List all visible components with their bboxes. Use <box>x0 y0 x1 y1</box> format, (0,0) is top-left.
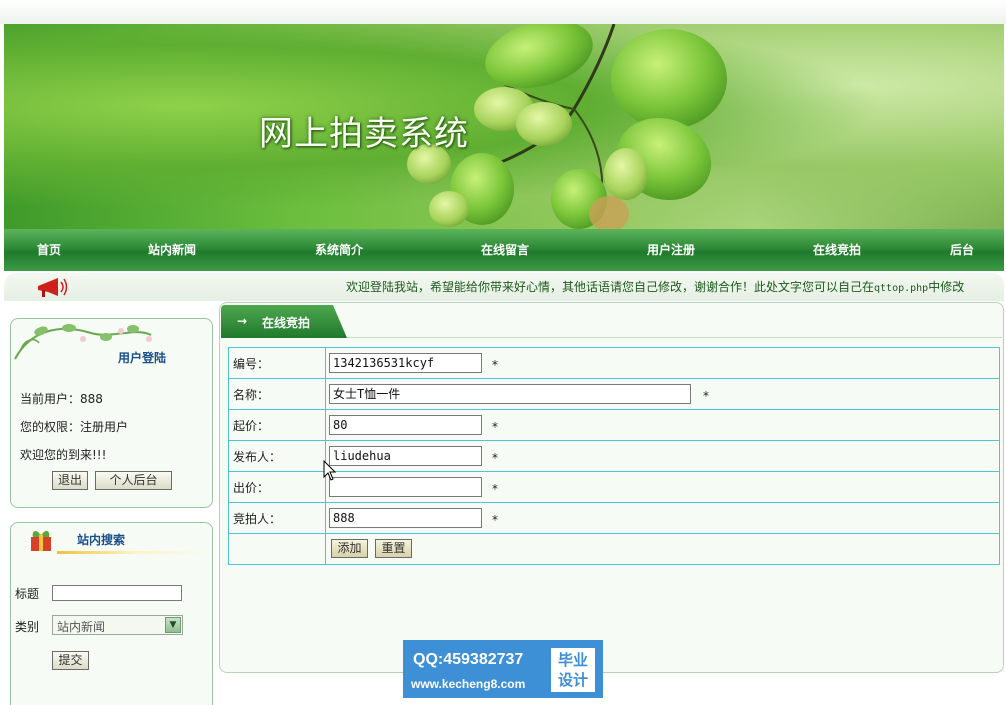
search-category-select[interactable]: 站内新闻 ▼ <box>52 615 183 635</box>
title-underline <box>57 551 209 554</box>
main-nav: 首页 站内新闻 系统简介 在线留言 用户注册 在线竞拍 后台 <box>4 229 1004 271</box>
welcome-text-tail: 中修改 <box>928 280 965 294</box>
nav-register[interactable]: 用户注册 <box>647 241 695 258</box>
form-row-publisher: 发布人： liudehua * <box>228 440 1000 472</box>
publisher-input[interactable]: liudehua <box>329 446 482 466</box>
tab-online-auction: → 在线竞拍 <box>221 305 347 338</box>
form-row-id: 编号： 1342136531kcyf * <box>228 347 1000 379</box>
required-mark: * <box>492 451 498 465</box>
required-mark: * <box>492 358 498 372</box>
arrow-right-icon: → <box>237 314 248 328</box>
welcome-text-file: qttop.php <box>874 283 929 294</box>
auction-form-table: 编号： 1342136531kcyf * 名称： 女士T恤一件 * 起价： 80… <box>228 347 1000 565</box>
megaphone-icon <box>38 278 68 297</box>
reset-button[interactable]: 重置 <box>375 539 412 558</box>
actions-label-cell <box>228 533 326 565</box>
form-row-name: 名称： 女士T恤一件 * <box>228 378 1000 410</box>
form-row-start-price: 起价： 80 * <box>228 409 1000 441</box>
chevron-down-icon[interactable]: ▼ <box>165 617 181 633</box>
watermark-banner: QQ:459382737 www.kecheng8.com 毕业 设计 <box>403 640 603 698</box>
top-strip <box>0 0 1006 24</box>
header-banner: 网上拍卖系统 <box>4 24 1004 229</box>
item-id-input[interactable]: 1342136531kcyf <box>329 353 482 373</box>
field-cell-bidder: 888 * <box>325 502 1000 534</box>
field-cell-publisher: liudehua * <box>325 440 1000 472</box>
nav-auction[interactable]: 在线竞拍 <box>813 241 861 258</box>
gift-icon <box>31 531 51 551</box>
required-mark: * <box>492 420 498 434</box>
bid-price-input[interactable] <box>329 477 482 497</box>
required-mark: * <box>703 389 709 403</box>
tab-label: 在线竞拍 <box>262 316 311 330</box>
field-label-name: 名称： <box>228 378 326 410</box>
welcome-text-main: 欢迎登陆我站，希望能给你带来好心情，其他话语请您自己修改，谢谢合作！此处文字您可… <box>346 280 875 294</box>
field-cell-id: 1342136531kcyf * <box>325 347 1000 379</box>
search-category-label: 类别 <box>15 620 40 634</box>
watermark-badge: 毕业 设计 <box>551 648 595 692</box>
search-panel: 站内搜索 标题 类别 站内新闻 ▼ 提交 <box>10 522 213 705</box>
item-name-input[interactable]: 女士T恤一件 <box>329 384 691 404</box>
search-submit-button[interactable]: 提交 <box>52 651 89 670</box>
start-price-input[interactable]: 80 <box>329 415 482 435</box>
field-cell-start-price: 80 * <box>325 409 1000 441</box>
search-title-input[interactable] <box>52 585 182 601</box>
add-button[interactable]: 添加 <box>331 539 368 558</box>
search-title-label: 标题 <box>15 587 40 601</box>
watermark-qq: QQ:459382737 <box>413 651 524 668</box>
current-user: 当前用户：888 <box>20 392 103 406</box>
field-label-id: 编号： <box>228 347 326 379</box>
search-category-value: 站内新闻 <box>57 620 106 634</box>
personal-backend-button[interactable]: 个人后台 <box>95 471 172 490</box>
actions-cell: 添加 重置 <box>325 533 1000 565</box>
field-label-start-price: 起价： <box>228 409 326 441</box>
nav-news[interactable]: 站内新闻 <box>148 241 196 258</box>
nav-admin[interactable]: 后台 <box>950 241 974 258</box>
welcome-message: 欢迎登陆我站，希望能给你带来好心情，其他话语请您自己修改，谢谢合作！此处文字您可… <box>346 278 964 295</box>
bidder-input[interactable]: 888 <box>329 508 482 528</box>
login-title: 用户登陆 <box>118 351 167 365</box>
badge-line-1: 毕业 <box>557 651 588 669</box>
mouse-cursor-icon <box>323 460 337 481</box>
form-row-actions: 添加 重置 <box>228 533 1000 565</box>
watermark-url: www.kecheng8.com <box>411 677 526 691</box>
logout-button[interactable]: 退出 <box>52 471 88 490</box>
form-row-bidder: 竞拍人： 888 * <box>228 502 1000 534</box>
search-title: 站内搜索 <box>77 533 126 547</box>
nav-intro[interactable]: 系统简介 <box>315 241 363 258</box>
required-mark: * <box>492 482 498 496</box>
leaves-illustration <box>407 24 727 229</box>
welcome-bar: 欢迎登陆我站，希望能给你带来好心情，其他话语请您自己修改，谢谢合作！此处文字您可… <box>4 273 1004 301</box>
form-row-bid: 出价： * <box>228 471 1000 503</box>
field-label-publisher: 发布人： <box>228 440 326 472</box>
field-label-bidder: 竞拍人： <box>228 502 326 534</box>
welcome-greeting: 欢迎您的到来!!! <box>20 448 107 462</box>
nav-home[interactable]: 首页 <box>37 241 61 258</box>
nav-guestbook[interactable]: 在线留言 <box>481 241 529 258</box>
site-title: 网上拍卖系统 <box>259 114 469 154</box>
login-panel: 用户登陆 当前用户：888 您的权限：注册用户 欢迎您的到来!!! 退出 个人后… <box>10 318 213 508</box>
field-cell-name: 女士T恤一件 * <box>325 378 1000 410</box>
tab-divider <box>347 337 1002 338</box>
user-permission: 您的权限：注册用户 <box>20 420 129 434</box>
badge-line-2: 设计 <box>557 671 588 689</box>
field-label-bid: 出价： <box>228 471 326 503</box>
required-mark: * <box>492 513 498 527</box>
field-cell-bid: * <box>325 471 1000 503</box>
